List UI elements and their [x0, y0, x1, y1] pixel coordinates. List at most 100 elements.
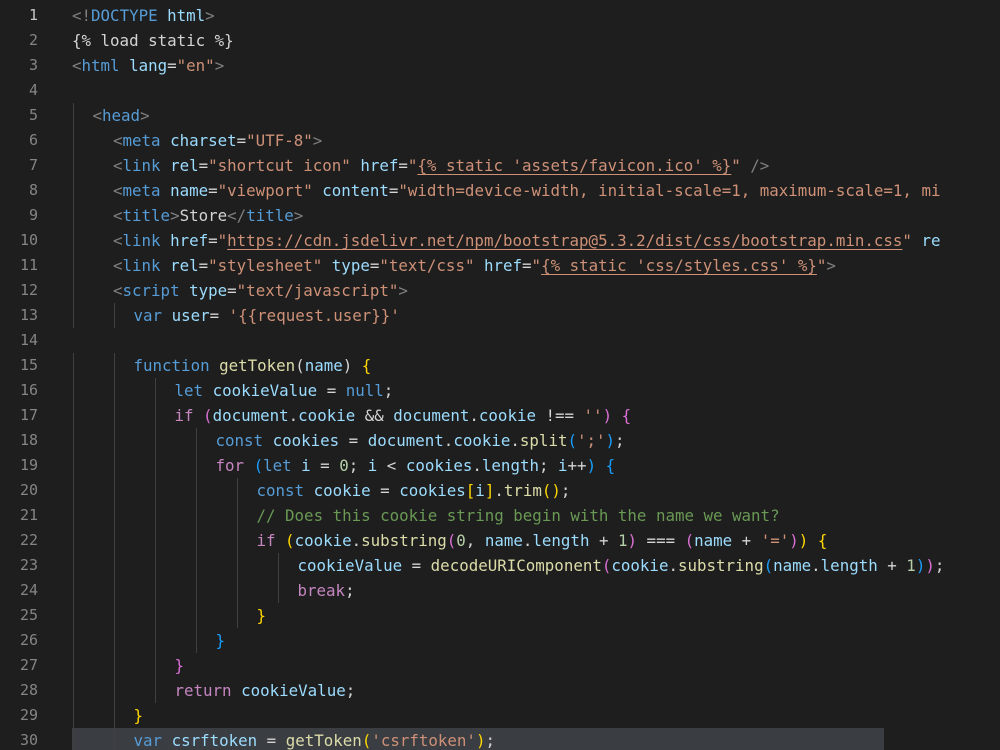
- code-token: document: [212, 406, 289, 425]
- line-number[interactable]: 28: [0, 678, 38, 703]
- code-token: >: [398, 281, 408, 300]
- code-line[interactable]: break;: [298, 578, 355, 603]
- code-line[interactable]: }: [134, 703, 144, 728]
- line-number[interactable]: 22: [0, 528, 38, 553]
- code-line[interactable]: <meta charset="UTF-8">: [113, 128, 322, 153]
- line-number[interactable]: 10: [0, 228, 38, 253]
- code-line[interactable]: return cookieValue;: [175, 678, 356, 703]
- line-number[interactable]: 26: [0, 628, 38, 653]
- code-token: ;: [485, 731, 495, 750]
- code-token: ": [816, 256, 827, 275]
- code-token: .: [288, 406, 299, 425]
- code-line[interactable]: <link rel="stylesheet" type="text/css" h…: [113, 253, 836, 278]
- code-token: length: [481, 456, 539, 475]
- code-token: function: [133, 356, 210, 375]
- line-number[interactable]: 6: [0, 128, 38, 153]
- line-number[interactable]: 12: [0, 278, 38, 303]
- code-token: cookies: [399, 481, 466, 500]
- code-token: cookie: [453, 431, 511, 450]
- code-token: <: [113, 131, 123, 150]
- code-token: name: [694, 531, 733, 550]
- indent-guide: [237, 478, 238, 503]
- code-line[interactable]: var csrftoken = getToken('csrftoken');: [134, 728, 495, 750]
- code-token: >: [205, 6, 215, 25]
- line-number[interactable]: 24: [0, 578, 38, 603]
- code-area[interactable]: <!DOCTYPE html> {% load static %} <html la…: [72, 0, 1000, 750]
- indent-guide: [196, 503, 197, 528]
- code-line[interactable]: if (document.cookie && document.cookie !…: [175, 403, 632, 428]
- code-token: cookie: [478, 406, 536, 425]
- line-number[interactable]: 14: [0, 328, 38, 353]
- line-number[interactable]: 23: [0, 553, 38, 578]
- code-token: </: [227, 206, 247, 225]
- indent-guide: [73, 103, 74, 128]
- code-line[interactable]: var user= '{{request.user}}': [134, 303, 400, 328]
- code-editor[interactable]: 1 2 3 4 5 6 7 8 9 10 11 12 13 14 15 16 17 18 19 20 21 22 23 24 2…: [0, 0, 1000, 750]
- line-number[interactable]: 5: [0, 103, 38, 128]
- line-number[interactable]: 1: [0, 3, 38, 28]
- code-line[interactable]: function getToken(name) {: [134, 353, 372, 378]
- code-line[interactable]: <script type="text/javascript">: [113, 278, 408, 303]
- code-token: href: [483, 256, 523, 275]
- line-number[interactable]: 3: [0, 53, 38, 78]
- line-number[interactable]: 30: [0, 728, 38, 750]
- indent-guide: [73, 478, 74, 503]
- line-number[interactable]: 17: [0, 403, 38, 428]
- indent-guide: [73, 353, 74, 378]
- code-line[interactable]: const cookie = cookies[i].trim();: [257, 478, 571, 503]
- code-line[interactable]: if (cookie.substring(0, name.length + 1)…: [257, 528, 828, 553]
- code-token: cookie: [611, 556, 669, 575]
- line-number[interactable]: 16: [0, 378, 38, 403]
- indent-guide: [73, 553, 74, 578]
- code-token: ": [731, 156, 741, 175]
- code-line[interactable]: for (let i = 0; i < cookies.length; i++)…: [216, 453, 616, 478]
- code-line[interactable]: {% load static %}: [72, 28, 234, 53]
- code-line[interactable]: <head>: [93, 103, 150, 128]
- line-number[interactable]: 11: [0, 253, 38, 278]
- code-line[interactable]: <meta name="viewport" content="width=dev…: [113, 178, 940, 203]
- code-token: {: [605, 456, 616, 475]
- code-line[interactable]: <html lang="en">: [72, 53, 224, 78]
- line-number[interactable]: 20: [0, 478, 38, 503]
- code-line[interactable]: // Does this cookie string begin with th…: [257, 503, 780, 528]
- line-number[interactable]: 21: [0, 503, 38, 528]
- code-token: "viewport": [217, 181, 313, 200]
- indent-guide: [73, 728, 74, 750]
- code-token: cookieValue: [241, 681, 346, 700]
- code-line[interactable]: cookieValue = decodeURIComponent(cookie.…: [298, 553, 945, 578]
- code-line[interactable]: <link rel="shortcut icon" href="{% stati…: [113, 153, 769, 178]
- line-number-gutter[interactable]: 1 2 3 4 5 6 7 8 9 10 11 12 13 14 15 16 17 18 19 20 21 22 23 24 2…: [0, 0, 64, 750]
- code-token: for: [215, 456, 245, 475]
- code-token: <: [113, 281, 123, 300]
- line-number[interactable]: 2: [0, 28, 38, 53]
- line-number[interactable]: 4: [0, 78, 38, 103]
- line-number[interactable]: 25: [0, 603, 38, 628]
- code-line[interactable]: }: [216, 628, 226, 653]
- line-number[interactable]: 13: [0, 303, 38, 328]
- code-line[interactable]: const cookies = document.cookie.split(';…: [216, 428, 625, 453]
- line-number[interactable]: 18: [0, 428, 38, 453]
- line-number[interactable]: 9: [0, 203, 38, 228]
- line-number[interactable]: 7: [0, 153, 38, 178]
- code-token: ": [407, 156, 418, 175]
- code-token: .: [494, 481, 504, 500]
- code-token: ;: [538, 456, 559, 475]
- line-number[interactable]: 29: [0, 703, 38, 728]
- code-line[interactable]: }: [175, 653, 185, 678]
- code-token: href: [360, 156, 399, 175]
- code-token: ": [217, 231, 228, 250]
- line-number[interactable]: 8: [0, 178, 38, 203]
- code-token: =: [209, 306, 229, 325]
- code-line[interactable]: let cookieValue = null;: [175, 378, 394, 403]
- code-line[interactable]: <title>Store</title>: [113, 203, 303, 228]
- line-number[interactable]: 19: [0, 453, 38, 478]
- line-number[interactable]: 15: [0, 353, 38, 378]
- code-line[interactable]: <!DOCTYPE html>: [72, 3, 215, 28]
- code-line[interactable]: }: [257, 603, 267, 628]
- code-token: content: [322, 181, 389, 200]
- code-line[interactable]: <link href="https://cdn.jsdelivr.net/npm…: [113, 228, 940, 253]
- line-number[interactable]: 27: [0, 653, 38, 678]
- code-token: ,: [465, 531, 485, 550]
